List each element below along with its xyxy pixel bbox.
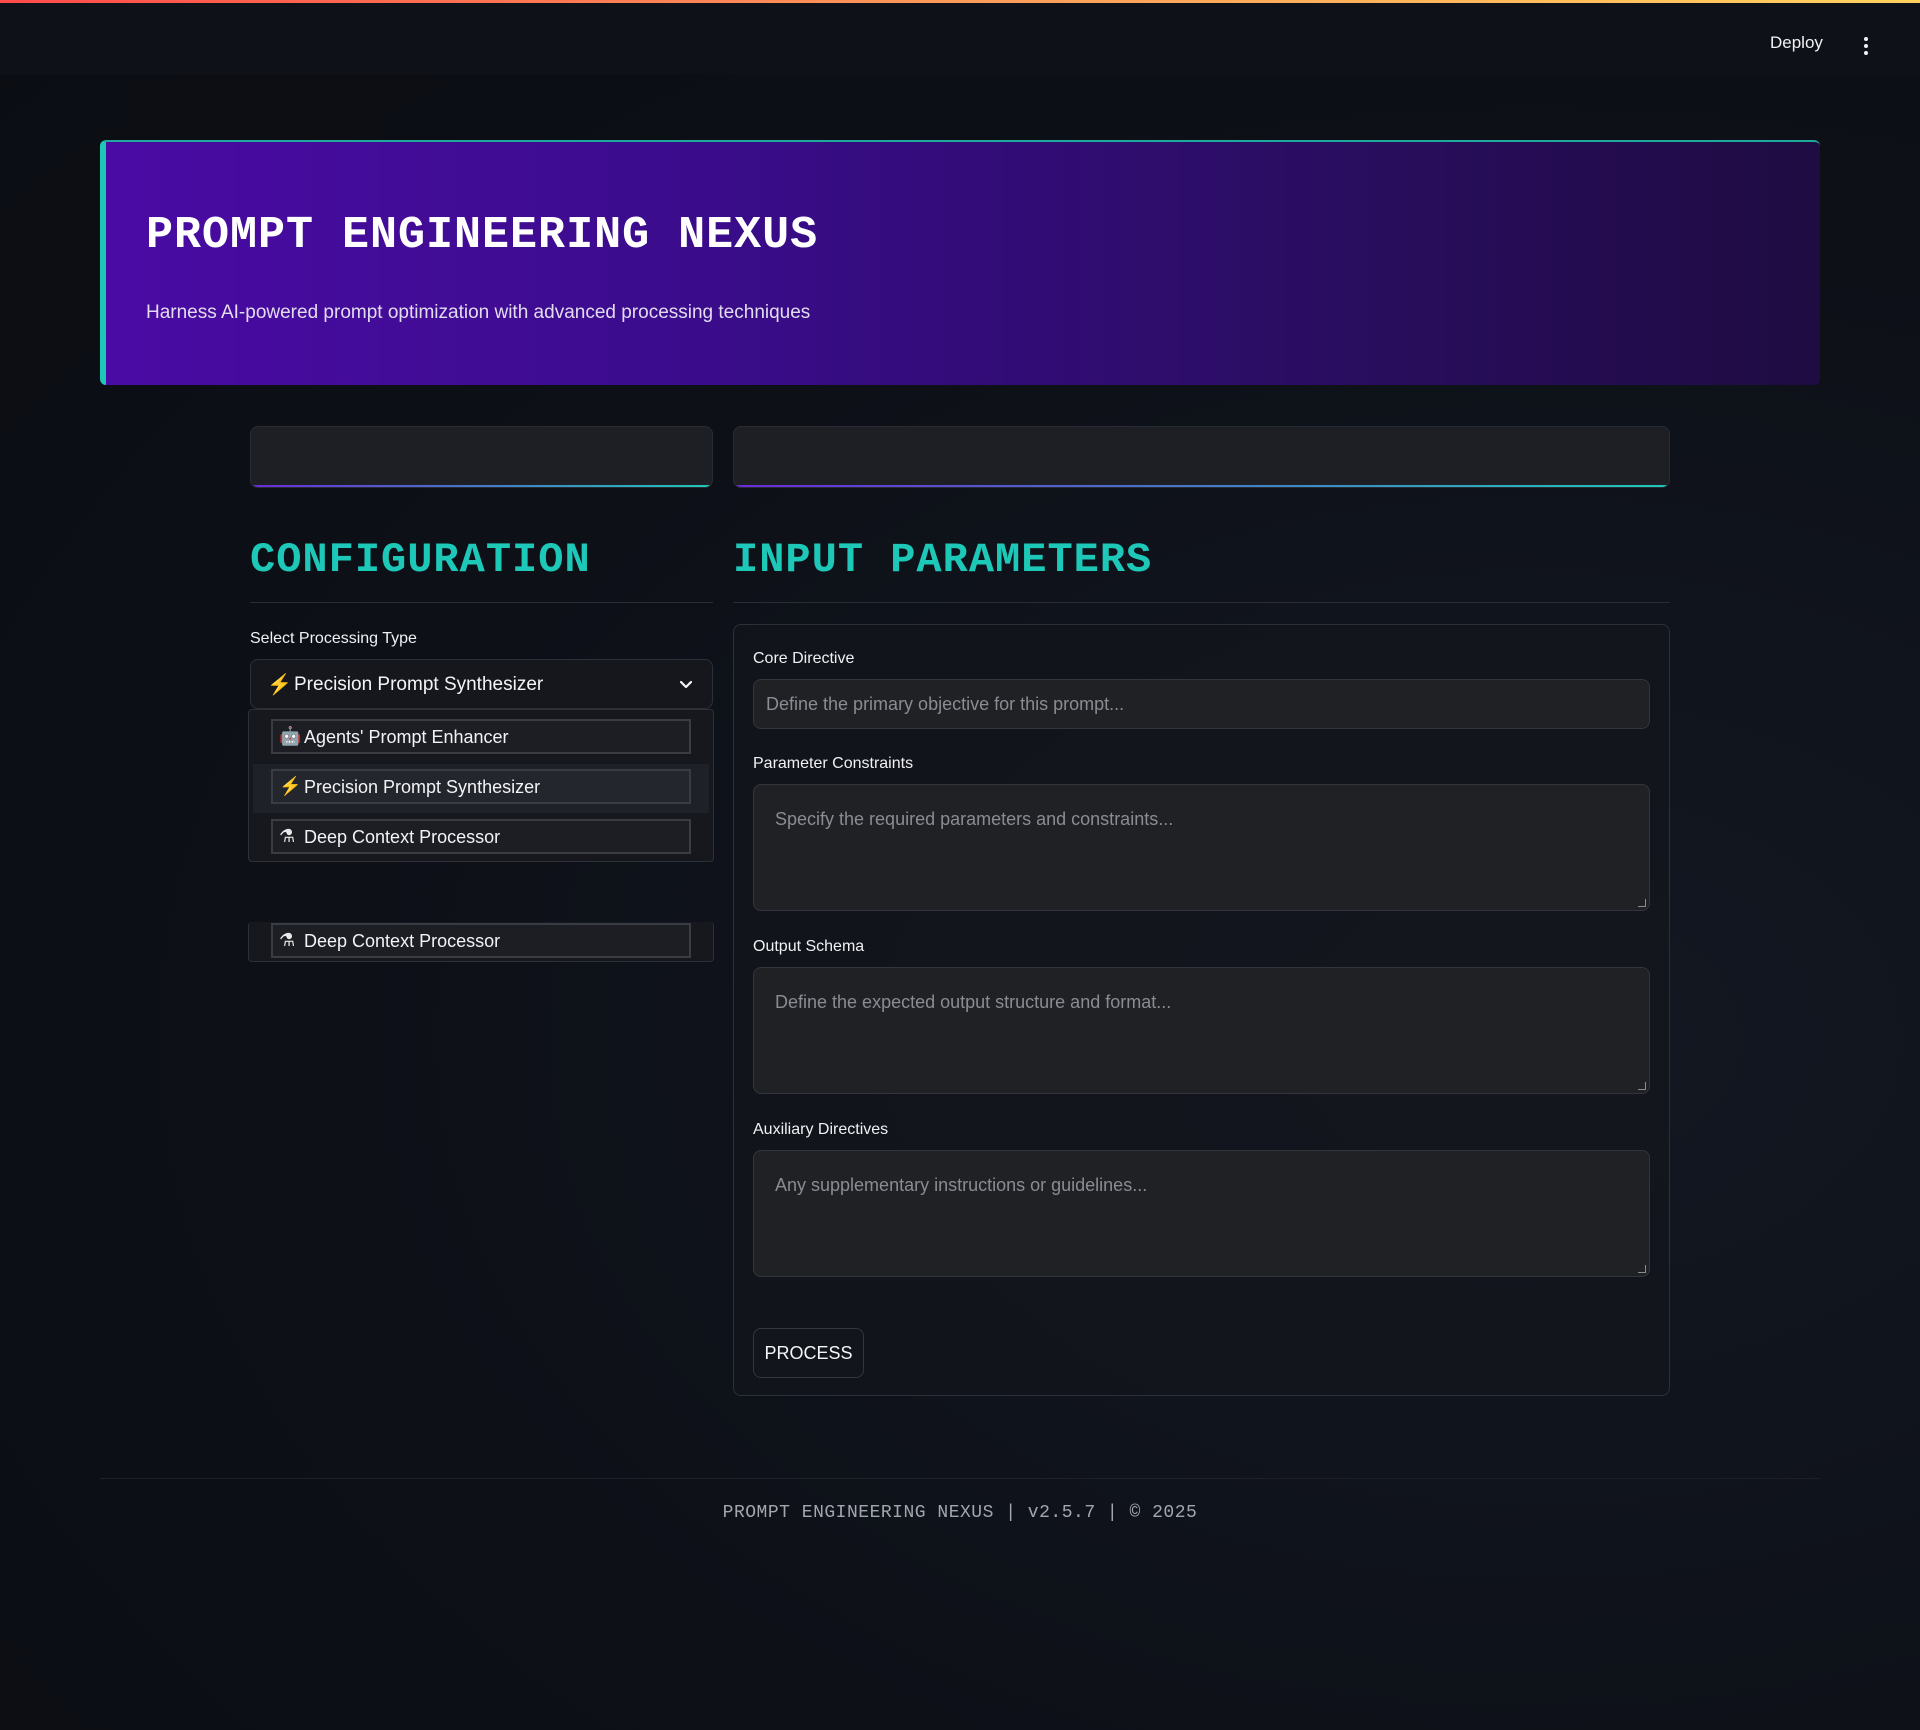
lightning-icon: ⚡: [279, 776, 302, 796]
core-directive-label: Core Directive: [753, 650, 855, 667]
select-processing-type-label: Select Processing Type: [250, 630, 417, 647]
option-label: Precision Prompt Synthesizer: [304, 777, 541, 797]
auxiliary-directives-textarea[interactable]: Any supplementary instructions or guidel…: [753, 1150, 1650, 1277]
app-header: Deploy: [0, 3, 1920, 75]
robot-icon: 🤖: [279, 726, 302, 746]
placeholder: Define the primary objective for this pr…: [766, 694, 1125, 714]
process-button[interactable]: PROCESS: [753, 1328, 864, 1378]
footer-divider: [100, 1478, 1820, 1479]
option-deep-context-processor-ghost[interactable]: ⚗ Deep Context Processor: [271, 923, 691, 958]
option-deep-context-processor[interactable]: ⚗ Deep Context Processor: [271, 819, 691, 854]
status-card-left: [250, 426, 713, 488]
option-label: Deep Context Processor: [304, 931, 501, 951]
status-card-right: [733, 426, 1670, 488]
divider: [733, 602, 1670, 603]
input-parameters-heading: INPUT PARAMETERS: [733, 536, 1153, 584]
output-schema-textarea[interactable]: Define the expected output structure and…: [753, 967, 1650, 1094]
flask-icon: ⚗: [279, 930, 296, 950]
divider: [250, 602, 713, 603]
page-subtitle: Harness AI-powered prompt optimization w…: [146, 302, 811, 323]
auxiliary-directives-label: Auxiliary Directives: [753, 1121, 889, 1138]
processing-type-select[interactable]: ⚡ Precision Prompt Synthesizer: [250, 659, 713, 709]
dropdown-ghost-remnant: ⚗ Deep Context Processor: [248, 922, 714, 962]
lightning-icon: ⚡: [267, 674, 292, 696]
processing-type-dropdown: 🤖 Agents' Prompt Enhancer ⚡ Precision Pr…: [248, 709, 714, 862]
hero-banner: PROMPT ENGINEERING NEXUS Harness AI-powe…: [100, 140, 1820, 385]
footer-text: PROMPT ENGINEERING NEXUS | v2.5.7 | © 20…: [722, 1503, 1198, 1523]
option-label: Deep Context Processor: [304, 827, 501, 847]
selected-value: Precision Prompt Synthesizer: [294, 674, 544, 695]
option-agents-prompt-enhancer[interactable]: 🤖 Agents' Prompt Enhancer: [271, 719, 691, 754]
core-directive-input[interactable]: Define the primary objective for this pr…: [753, 679, 1650, 729]
option-precision-prompt-synthesizer[interactable]: ⚡ Precision Prompt Synthesizer: [271, 769, 691, 804]
placeholder: Any supplementary instructions or guidel…: [775, 1175, 1148, 1195]
placeholder: Specify the required parameters and cons…: [775, 809, 1174, 829]
parameter-constraints-textarea[interactable]: Specify the required parameters and cons…: [753, 784, 1650, 911]
parameter-constraints-label: Parameter Constraints: [753, 755, 914, 772]
page-title: PROMPT ENGINEERING NEXUS: [146, 210, 819, 261]
kebab-menu-icon[interactable]: [1862, 37, 1870, 57]
configuration-heading: CONFIGURATION: [250, 536, 591, 584]
output-schema-label: Output Schema: [753, 938, 865, 955]
option-label: Agents' Prompt Enhancer: [304, 727, 509, 747]
placeholder: Define the expected output structure and…: [775, 992, 1172, 1012]
deploy-button[interactable]: Deploy: [1770, 33, 1823, 53]
flask-icon: ⚗: [279, 826, 296, 846]
chevron-down-icon: [679, 680, 693, 689]
